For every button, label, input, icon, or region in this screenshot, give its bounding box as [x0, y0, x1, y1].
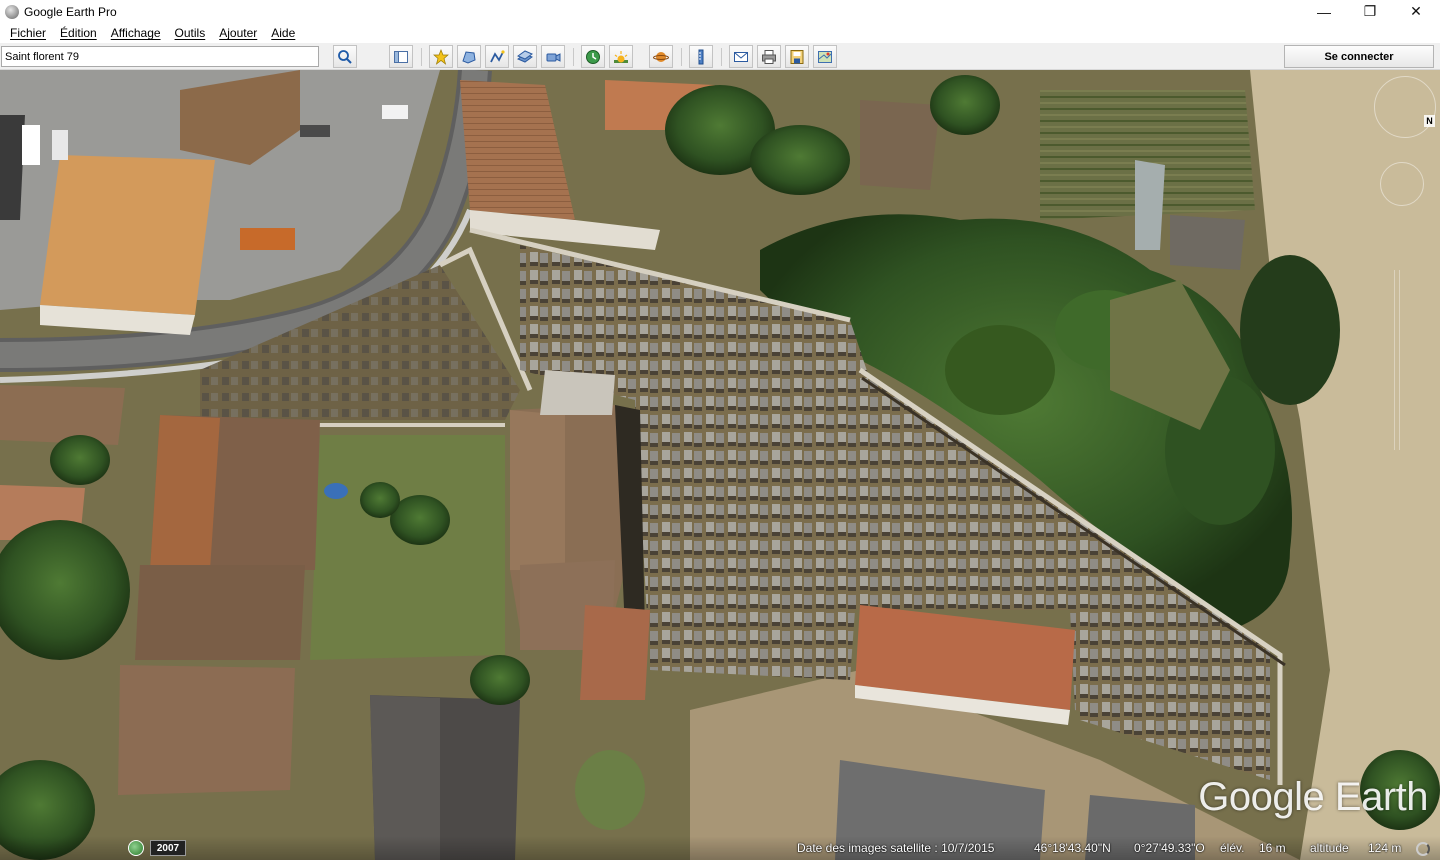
sign-in-button[interactable]: Se connecter	[1284, 45, 1434, 68]
print-button[interactable]	[757, 45, 781, 68]
add-placemark-button[interactable]	[429, 45, 453, 68]
imagery-date: Date des images satellite : 10/7/2015	[797, 841, 995, 855]
menu-bar: Fichier Édition Affichage Outils Ajouter…	[0, 23, 1440, 43]
print-icon	[762, 49, 776, 64]
record-tour-icon	[546, 52, 561, 62]
toolbar-separator	[721, 48, 722, 66]
planets-button[interactable]	[649, 45, 673, 68]
record-tour-button[interactable]	[541, 45, 565, 68]
menu-fichier[interactable]: Fichier	[3, 26, 53, 40]
window-title: Google Earth Pro	[24, 4, 117, 19]
altitude-label: altitude	[1310, 841, 1349, 855]
image-overlay-icon	[517, 49, 533, 63]
view-in-google-maps-button[interactable]	[813, 45, 837, 68]
menu-edition[interactable]: Édition	[53, 26, 104, 40]
planets-icon	[653, 51, 669, 62]
latitude-readout: 46°18'43.40"N	[1034, 841, 1111, 855]
close-button[interactable]: ✕	[1393, 0, 1439, 23]
historical-imagery-button[interactable]	[581, 45, 605, 68]
sidebar-toggle-button[interactable]	[389, 45, 413, 68]
maps-view-icon	[818, 50, 832, 63]
email-button[interactable]	[729, 45, 753, 68]
zoom-slider[interactable]	[1394, 270, 1400, 450]
elevation-label: élév.	[1220, 841, 1245, 855]
restore-button[interactable]: ❐	[1347, 0, 1393, 23]
toolbar-separator	[573, 48, 574, 66]
satellite-imagery	[0, 70, 1440, 860]
map-viewport[interactable]: N Google Earth 2007 Date des images sate…	[0, 70, 1440, 860]
search-button[interactable]	[333, 45, 357, 68]
menu-affichage[interactable]: Affichage	[104, 26, 168, 40]
look-joystick[interactable]	[1374, 76, 1436, 138]
toolbar-separator	[421, 48, 422, 66]
elevation-value: 16 m	[1259, 841, 1286, 855]
historical-imagery-icon	[586, 49, 600, 64]
longitude-readout: 0°27'49.33"O	[1134, 841, 1205, 855]
google-earth-watermark: Google Earth	[1198, 775, 1428, 819]
add-image-overlay-button[interactable]	[513, 45, 537, 68]
placemark-icon	[433, 48, 449, 65]
google-earth-window: Google Earth Pro — ❐ ✕ Fichier Édition A…	[0, 0, 1440, 860]
menu-aide[interactable]: Aide	[264, 26, 302, 40]
save-image-button[interactable]	[785, 45, 809, 68]
email-icon	[734, 51, 748, 62]
imagery-year-badge[interactable]: 2007	[150, 840, 186, 856]
title-bar: Google Earth Pro — ❐ ✕	[0, 0, 1440, 23]
ruler-icon	[698, 49, 704, 64]
add-path-button[interactable]	[485, 45, 509, 68]
ruler-button[interactable]	[689, 45, 713, 68]
toolbar-separator	[681, 48, 682, 66]
historical-imagery-icon[interactable]	[128, 840, 144, 856]
minimize-button[interactable]: —	[1301, 0, 1347, 23]
search-input[interactable]	[1, 46, 319, 67]
polygon-icon	[462, 50, 476, 64]
streaming-progress-icon	[1416, 842, 1430, 856]
path-icon	[490, 49, 505, 62]
sunlight-icon	[614, 50, 628, 63]
altitude-value: 124 m	[1368, 841, 1402, 855]
move-joystick[interactable]	[1380, 162, 1424, 206]
menu-ajouter[interactable]: Ajouter	[212, 26, 264, 40]
add-polygon-button[interactable]	[457, 45, 481, 68]
google-earth-app-icon	[5, 4, 19, 19]
toolbar: Se connecter	[0, 43, 1440, 70]
search-icon	[338, 49, 352, 64]
status-bar: 2007 Date des images satellite : 10/7/20…	[0, 836, 1440, 860]
sunlight-button[interactable]	[609, 45, 633, 68]
compass-north-indicator[interactable]: N	[1424, 115, 1435, 127]
save-image-icon	[790, 49, 804, 64]
sidebar-toggle-icon	[394, 50, 408, 63]
menu-outils[interactable]: Outils	[168, 26, 213, 40]
